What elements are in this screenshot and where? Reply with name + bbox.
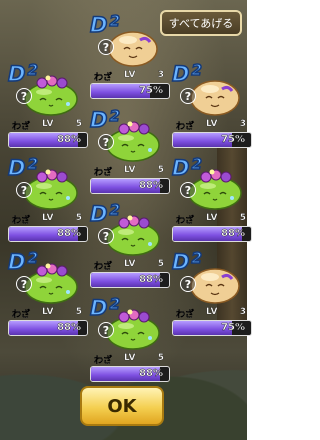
creature-card[interactable]: D 2? わざ LV 5 88% (7, 249, 90, 340)
level-label: LV (42, 307, 54, 317)
level-value: 5 (75, 213, 83, 223)
level-label: LV (42, 213, 54, 223)
skill-label: わざ (94, 356, 113, 366)
progress-percent: 75% (221, 134, 245, 145)
level-label: LV (124, 259, 136, 269)
skill-label: わざ (94, 73, 113, 83)
level-value: 3 (239, 119, 247, 129)
give-all-button[interactable]: すべてあげる (160, 10, 242, 36)
level-value: 5 (157, 353, 165, 363)
progress-percent: 75% (139, 85, 163, 96)
progress-bar: 88% (8, 320, 88, 336)
rank-label: D2 (89, 107, 120, 132)
question-icon[interactable]: ? (16, 88, 32, 104)
skill-stats: わざ LV 3 (174, 119, 252, 132)
skill-stats: わざ LV 3 (174, 307, 252, 320)
progress-percent: 88% (139, 180, 163, 191)
creature-card[interactable]: D 2? わざ LV 3 75% (89, 12, 172, 103)
rank-label: D2 (171, 249, 202, 274)
skill-stats: わざ LV 5 (92, 165, 170, 178)
skill-label: わざ (176, 310, 195, 320)
level-label: LV (124, 70, 136, 80)
skill-stats: わざ LV 5 (10, 119, 88, 132)
rank-label: D2 (7, 249, 38, 274)
creature-card[interactable]: D 2? わざ LV 5 88% (89, 107, 172, 198)
level-value: 5 (239, 213, 247, 223)
question-icon[interactable]: ? (98, 134, 114, 150)
skill-stats: わざ LV 5 (10, 307, 88, 320)
ok-button[interactable]: OK (80, 386, 164, 426)
level-label: LV (206, 213, 218, 223)
level-value: 5 (75, 119, 83, 129)
rank-label: D2 (89, 12, 120, 37)
level-label: LV (206, 307, 218, 317)
rank-label: D2 (171, 155, 202, 180)
progress-percent: 88% (57, 134, 81, 145)
question-icon[interactable]: ? (98, 228, 114, 244)
progress-percent: 88% (57, 228, 81, 239)
progress-bar: 88% (90, 178, 170, 194)
question-icon[interactable]: ? (16, 182, 32, 198)
progress-percent: 88% (139, 368, 163, 379)
skill-stats: わざ LV 5 (92, 353, 170, 366)
rank-label: D2 (89, 295, 120, 320)
creature-card[interactable]: D 2? わざ LV 5 88% (89, 295, 172, 386)
level-label: LV (42, 119, 54, 129)
progress-bar: 75% (90, 83, 170, 99)
progress-percent: 88% (57, 322, 81, 333)
skill-label: わざ (12, 122, 31, 132)
creature-card[interactable]: D 2? わざ LV 5 88% (7, 61, 90, 152)
level-value: 3 (239, 307, 247, 317)
creature-card[interactable]: D 2? わざ LV 5 88% (171, 155, 254, 246)
rank-label: D2 (7, 155, 38, 180)
level-value: 5 (157, 165, 165, 175)
rank-label: D2 (89, 201, 120, 226)
progress-percent: 88% (139, 274, 163, 285)
level-label: LV (124, 165, 136, 175)
level-value: 3 (157, 70, 165, 80)
creature-card[interactable]: D 2? わざ LV 3 75% (171, 61, 254, 152)
question-icon[interactable]: ? (98, 39, 114, 55)
level-label: LV (206, 119, 218, 129)
skill-label: わざ (176, 216, 195, 226)
skill-label: わざ (94, 168, 113, 178)
level-label: LV (124, 353, 136, 363)
progress-bar: 88% (8, 226, 88, 242)
question-icon[interactable]: ? (180, 182, 196, 198)
skill-stats: わざ LV 5 (10, 213, 88, 226)
level-value: 5 (157, 259, 165, 269)
progress-bar: 88% (172, 226, 252, 242)
rank-label: D2 (7, 61, 38, 86)
question-icon[interactable]: ? (16, 276, 32, 292)
question-icon[interactable]: ? (180, 88, 196, 104)
level-value: 5 (75, 307, 83, 317)
creature-card[interactable]: D 2? わざ LV 3 75% (171, 249, 254, 340)
progress-percent: 75% (221, 322, 245, 333)
progress-bar: 75% (172, 320, 252, 336)
question-icon[interactable]: ? (180, 276, 196, 292)
question-icon[interactable]: ? (98, 322, 114, 338)
skill-stats: わざ LV 5 (174, 213, 252, 226)
skill-label: わざ (94, 262, 113, 272)
creature-card[interactable]: D 2? わざ LV 5 88% (7, 155, 90, 246)
skill-label: わざ (12, 216, 31, 226)
skill-stats: わざ LV 5 (92, 259, 170, 272)
rank-label: D2 (171, 61, 202, 86)
creature-card[interactable]: D 2? わざ LV 5 88% (89, 201, 172, 292)
progress-bar: 88% (90, 366, 170, 382)
progress-bar: 88% (90, 272, 170, 288)
progress-bar: 75% (172, 132, 252, 148)
skill-stats: わざ LV 3 (92, 70, 170, 83)
progress-bar: 88% (8, 132, 88, 148)
skill-label: わざ (176, 122, 195, 132)
progress-percent: 88% (221, 228, 245, 239)
skill-label: わざ (12, 310, 31, 320)
